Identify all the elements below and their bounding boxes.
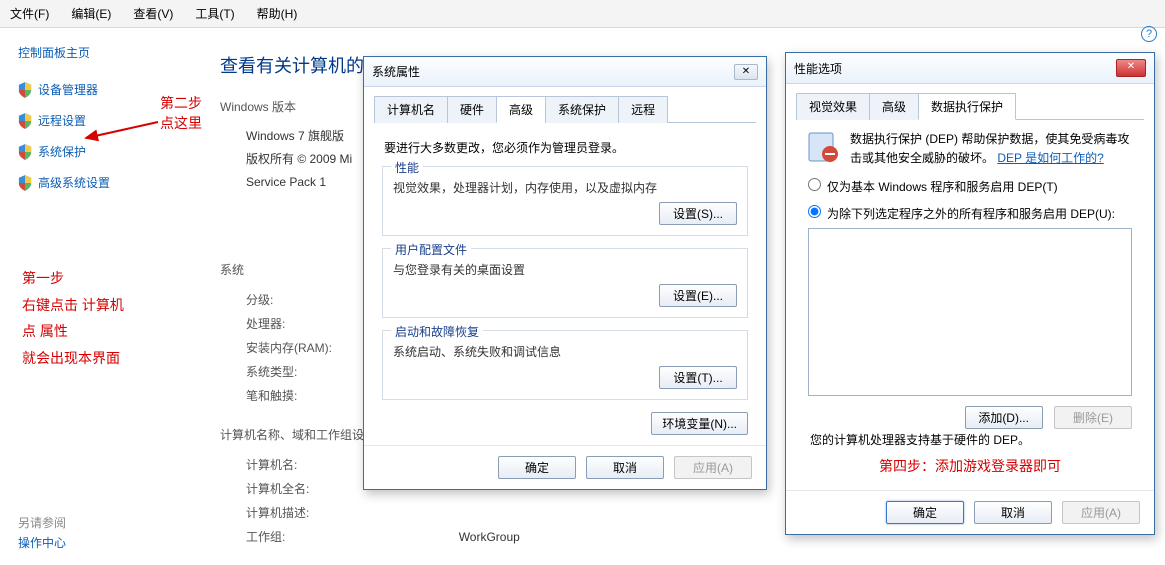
action-center-link[interactable]: 操作中心	[18, 534, 66, 551]
annotation-step2: 第二步 点这里	[160, 94, 202, 133]
remove-button[interactable]: 删除(E)	[1054, 406, 1132, 429]
user-profiles-desc: 与您登录有关的桌面设置	[393, 261, 737, 278]
tab-advanced[interactable]: 高级	[869, 93, 919, 120]
close-button[interactable]: ✕	[734, 64, 758, 80]
environment-variables-button[interactable]: 环境变量(N)...	[651, 412, 748, 435]
close-button[interactable]: ✕	[1116, 59, 1146, 77]
menu-help[interactable]: 帮助(H)	[253, 3, 302, 24]
sidebar-item-label: 设备管理器	[38, 81, 98, 98]
tabstrip: 计算机名 硬件 高级 系统保护 远程	[374, 95, 756, 123]
annotation-step4: 第四步：添加游戏登录器即可	[804, 456, 1136, 476]
workgroup-value: WorkGroup	[459, 530, 520, 544]
performance-settings-button[interactable]: 设置(S)...	[659, 202, 737, 225]
menu-bar: 文件(F) 编辑(E) 查看(V) 工具(T) 帮助(H)	[0, 0, 1165, 28]
dep-shield-icon	[806, 130, 840, 164]
sidebar-remote-settings[interactable]: 远程设置	[18, 112, 182, 129]
system-properties-dialog: 系统属性 ✕ 计算机名 硬件 高级 系统保护 远程 要进行大多数更改，您必须作为…	[363, 56, 767, 490]
performance-desc: 视觉效果，处理器计划，内存使用，以及虚拟内存	[393, 179, 737, 196]
startup-recovery-group: 启动和故障恢复 系统启动、系统失败和调试信息 设置(T)...	[382, 330, 748, 400]
workgroup-label: 工作组:	[246, 530, 285, 544]
performance-group-title: 性能	[391, 159, 423, 176]
shield-icon	[18, 175, 32, 191]
sidebar-device-manager[interactable]: 设备管理器	[18, 81, 182, 98]
tabstrip: 视觉效果 高级 数据执行保护	[796, 92, 1144, 120]
tab-remote[interactable]: 远程	[618, 96, 668, 123]
performance-options-dialog: 性能选项 ✕ 视觉效果 高级 数据执行保护 数据执行保护 (DEP) 帮助保护数…	[785, 52, 1155, 535]
radio-input[interactable]	[808, 178, 821, 191]
user-profiles-group: 用户配置文件 与您登录有关的桌面设置 设置(E)...	[382, 248, 748, 318]
tab-advanced[interactable]: 高级	[496, 96, 546, 123]
menu-view[interactable]: 查看(V)	[129, 3, 177, 24]
ok-button[interactable]: 确定	[886, 501, 964, 524]
dialog-title-text: 系统属性	[372, 63, 420, 80]
dep-description: 数据执行保护 (DEP) 帮助保护数据，使其免受病毒攻击或其他安全威胁的破坏。 …	[850, 130, 1136, 168]
dep-help-link[interactable]: DEP 是如何工作的?	[997, 151, 1103, 165]
sidebar-system-protection[interactable]: 系统保护	[18, 143, 182, 160]
sidebar-item-label: 高级系统设置	[38, 174, 110, 191]
dialog-titlebar: 系统属性 ✕	[364, 57, 766, 87]
add-button[interactable]: 添加(D)...	[965, 406, 1043, 429]
sidebar-item-label: 远程设置	[38, 112, 86, 129]
menu-file[interactable]: 文件(F)	[6, 3, 53, 24]
annotation-step1: 第一步 右键点击 计算机 点 属性 就会出现本界面	[22, 265, 124, 371]
apply-button[interactable]: 应用(A)	[1062, 501, 1140, 524]
cancel-button[interactable]: 取消	[974, 501, 1052, 524]
startup-settings-button[interactable]: 设置(T)...	[659, 366, 737, 389]
startup-recovery-desc: 系统启动、系统失败和调试信息	[393, 343, 737, 360]
program-exception-list[interactable]	[808, 228, 1132, 396]
tab-visual-effects[interactable]: 视觉效果	[796, 93, 870, 120]
dep-radio-all-except[interactable]: 为除下列选定程序之外的所有程序和服务启用 DEP(U):	[808, 205, 1136, 222]
user-profiles-title: 用户配置文件	[391, 241, 471, 258]
shield-icon	[18, 144, 32, 160]
dep-hardware-note: 您的计算机处理器支持基于硬件的 DEP。	[810, 431, 1130, 448]
tab-hardware[interactable]: 硬件	[447, 96, 497, 123]
startup-recovery-title: 启动和故障恢复	[391, 323, 483, 340]
menu-edit[interactable]: 编辑(E)	[67, 3, 115, 24]
cancel-button[interactable]: 取消	[586, 456, 664, 479]
performance-group: 性能 视觉效果，处理器计划，内存使用，以及虚拟内存 设置(S)...	[382, 166, 748, 236]
dialog-titlebar: 性能选项 ✕	[786, 53, 1154, 84]
control-panel-home-link[interactable]: 控制面板主页	[18, 44, 182, 61]
shield-icon	[18, 113, 32, 129]
menu-tools[interactable]: 工具(T)	[191, 3, 238, 24]
tab-computer-name[interactable]: 计算机名	[374, 96, 448, 123]
apply-button[interactable]: 应用(A)	[674, 456, 752, 479]
admin-note: 要进行大多数更改，您必须作为管理员登录。	[384, 139, 748, 156]
user-profiles-settings-button[interactable]: 设置(E)...	[659, 284, 737, 307]
see-also-label: 另请参阅	[18, 514, 66, 531]
shield-icon	[18, 82, 32, 98]
radio-input[interactable]	[808, 205, 821, 218]
sidebar-item-label: 系统保护	[38, 143, 86, 160]
ok-button[interactable]: 确定	[498, 456, 576, 479]
tab-dep[interactable]: 数据执行保护	[918, 93, 1016, 120]
dep-radio-essential[interactable]: 仅为基本 Windows 程序和服务启用 DEP(T)	[808, 178, 1136, 195]
tab-system-protection[interactable]: 系统保护	[545, 96, 619, 123]
sidebar-advanced-system[interactable]: 高级系统设置	[18, 174, 182, 191]
dialog-title-text: 性能选项	[794, 60, 842, 77]
